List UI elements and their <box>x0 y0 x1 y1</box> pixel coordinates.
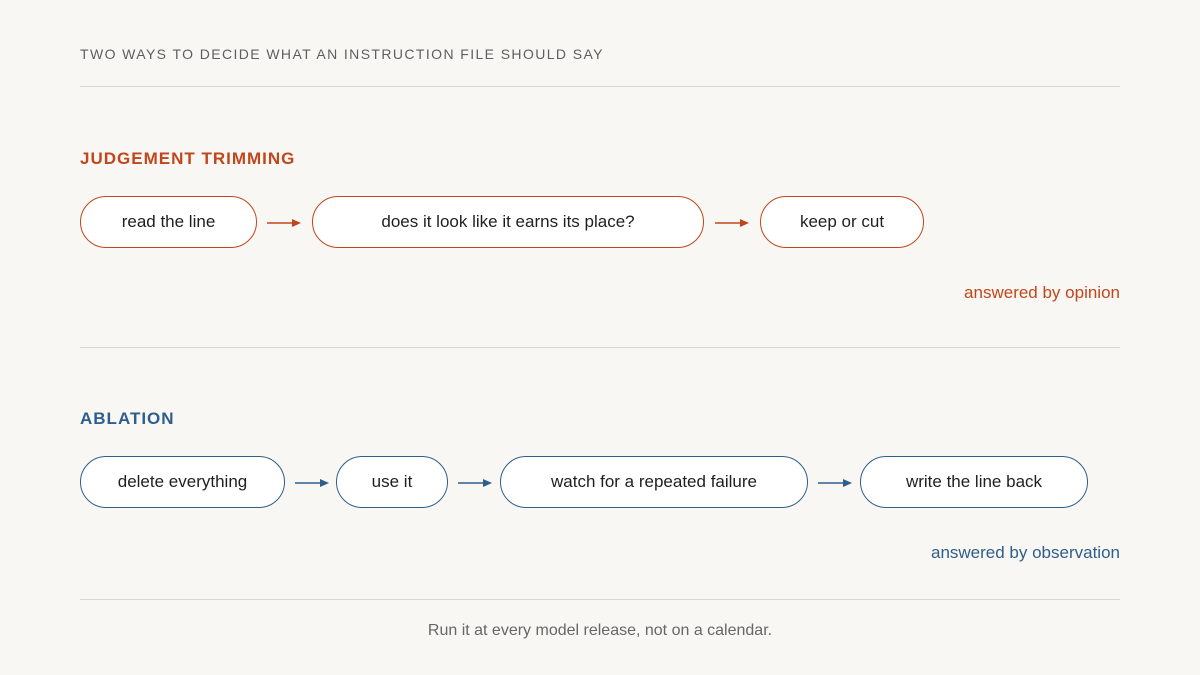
trimming-step-read-line: read the line <box>80 196 257 248</box>
footer-note: Run it at every model release, not on a … <box>427 622 773 639</box>
arrow-icon <box>715 218 749 228</box>
arrow-icon <box>458 478 492 488</box>
divider <box>80 599 1120 600</box>
ablation-answer: answered by observation <box>930 543 1120 562</box>
arrow-icon <box>818 478 852 488</box>
arrow-icon <box>267 218 301 228</box>
trimming-step-earns-place: does it look like it earns its place? <box>312 196 704 248</box>
ablation-heading: ABLATION <box>80 409 175 428</box>
trimming-heading: JUDGEMENT TRIMMING <box>80 149 296 168</box>
arrow-icon <box>295 478 329 488</box>
ablation-step-use-it: use it <box>336 456 448 508</box>
divider <box>80 86 1120 87</box>
ablation-step-delete: delete everything <box>80 456 285 508</box>
ablation-step-watch-failure: watch for a repeated failure <box>500 456 808 508</box>
divider <box>80 347 1120 348</box>
page-title: TWO WAYS TO DECIDE WHAT AN INSTRUCTION F… <box>80 46 604 62</box>
trimming-step-keep-or-cut: keep or cut <box>760 196 924 248</box>
ablation-step-write-back: write the line back <box>860 456 1088 508</box>
trimming-answer: answered by opinion <box>964 283 1120 302</box>
